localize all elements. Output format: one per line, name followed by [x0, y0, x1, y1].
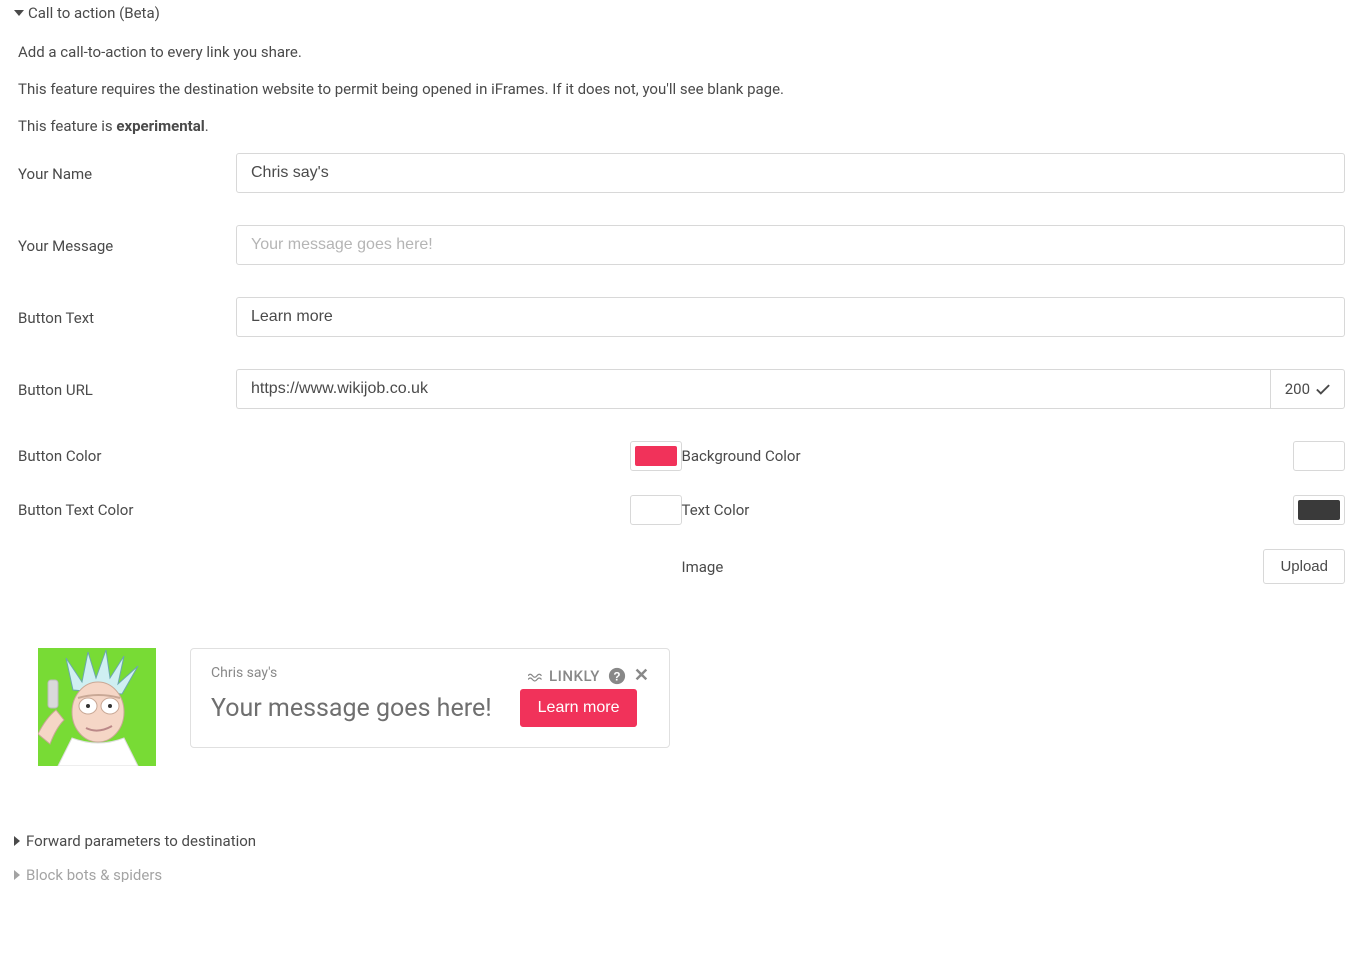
url-status: 200: [1270, 369, 1345, 409]
input-your-message[interactable]: [236, 225, 1345, 265]
label-image: Image: [682, 558, 1264, 576]
close-icon[interactable]: ✕: [634, 667, 649, 685]
label-text-color: Text Color: [682, 501, 1294, 519]
section-title: Call to action (Beta): [28, 4, 160, 22]
description-3: This feature is experimental.: [18, 116, 1345, 137]
label-button-url: Button URL: [18, 369, 236, 409]
description-1: Add a call-to-action to every link you s…: [18, 42, 1345, 63]
label-background-color: Background Color: [682, 447, 1294, 465]
cta-preview-card: Chris say's LINKLY: [190, 648, 670, 748]
url-status-code: 200: [1285, 380, 1310, 398]
swatch-text-color[interactable]: [1293, 495, 1345, 525]
cta-preview-message: Your message goes here!: [211, 694, 492, 723]
swatch-background-color[interactable]: [1293, 441, 1345, 471]
input-button-text[interactable]: [236, 297, 1345, 337]
section-header-cta[interactable]: Call to action (Beta): [14, 0, 1345, 32]
description-2: This feature requires the destination we…: [18, 79, 1345, 100]
swatch-button-text-color[interactable]: [630, 495, 682, 525]
cta-preview-button[interactable]: Learn more: [520, 689, 638, 727]
caret-right-icon: [14, 836, 20, 846]
input-button-url[interactable]: [236, 369, 1270, 409]
cta-brand: LINKLY: [528, 667, 600, 685]
caret-right-icon: [14, 870, 20, 880]
label-your-name: Your Name: [18, 153, 236, 193]
avatar: [38, 648, 156, 766]
section-block-bots[interactable]: Block bots & spiders: [14, 868, 1345, 882]
label-your-message: Your Message: [18, 225, 236, 265]
label-button-text-color: Button Text Color: [18, 501, 630, 519]
check-icon: [1316, 384, 1330, 395]
section-forward-params[interactable]: Forward parameters to destination: [14, 826, 1345, 856]
wave-icon: [528, 670, 543, 682]
cta-preview-name: Chris say's: [211, 665, 277, 681]
section-block-bots-label: Block bots & spiders: [26, 868, 162, 882]
input-your-name[interactable]: [236, 153, 1345, 193]
section-forward-params-label: Forward parameters to destination: [26, 832, 256, 850]
caret-down-icon: [14, 10, 24, 16]
swatch-button-color[interactable]: [630, 441, 682, 471]
label-button-color: Button Color: [18, 447, 630, 465]
svg-text:?: ?: [613, 671, 620, 684]
label-button-text: Button Text: [18, 297, 236, 337]
help-icon[interactable]: ?: [608, 667, 626, 685]
upload-button[interactable]: Upload: [1263, 549, 1345, 584]
